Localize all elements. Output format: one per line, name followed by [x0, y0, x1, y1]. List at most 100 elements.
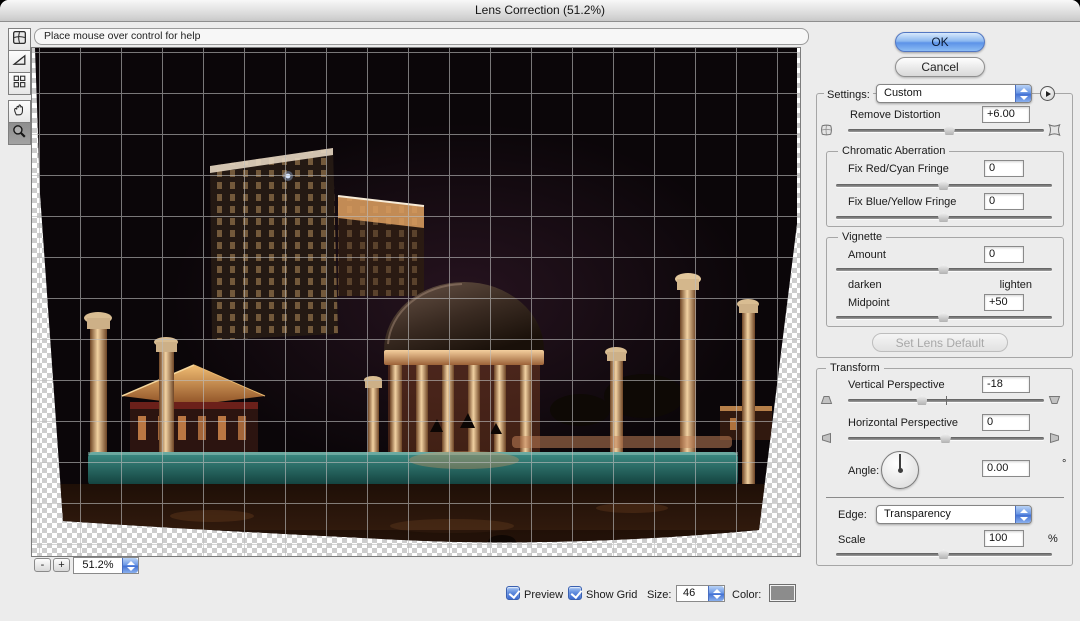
scale-slider[interactable] — [836, 548, 1052, 560]
fix-blue-yellow-slider-thumb[interactable] — [938, 212, 949, 222]
vignette-title: Vignette — [838, 231, 886, 244]
fix-red-cyan-slider-thumb[interactable] — [938, 180, 949, 190]
zoom-out-button[interactable]: - — [34, 558, 51, 572]
cancel-label: Cancel — [921, 60, 958, 74]
horizontal-perspective-value: 0 — [987, 416, 993, 428]
perspective-narrow-right-icon — [1047, 431, 1062, 445]
cancel-button[interactable]: Cancel — [895, 57, 985, 77]
zoom-level-field[interactable]: 51.2% — [73, 557, 139, 574]
vignette-midpoint-field[interactable]: +50 — [984, 294, 1024, 311]
remove-distortion-slider-thumb[interactable] — [944, 125, 955, 135]
angle-unit: ° — [1062, 458, 1066, 470]
fix-red-cyan-slider[interactable] — [836, 179, 1052, 191]
settings-dropdown[interactable]: Custom — [876, 84, 1032, 103]
scale-field[interactable]: 100 — [984, 530, 1024, 547]
grid-size-field[interactable]: 46 — [676, 585, 725, 602]
horizontal-perspective-slider-thumb[interactable] — [940, 433, 951, 443]
remove-distortion-slider[interactable] — [848, 124, 1044, 136]
preview-checkbox-label: Preview — [524, 588, 563, 602]
fix-blue-yellow-field[interactable]: 0 — [984, 193, 1024, 210]
vignette-midpoint-label: Midpoint — [848, 296, 890, 310]
stepper-down-icon — [1020, 517, 1028, 521]
remove-distortion-field[interactable]: +6.00 — [982, 106, 1030, 123]
perspective-narrow-left-icon — [819, 431, 834, 445]
horizontal-perspective-label: Horizontal Perspective — [848, 416, 958, 430]
ok-button[interactable]: OK — [895, 32, 985, 52]
fix-red-cyan-field[interactable]: 0 — [984, 160, 1024, 177]
move-grid-icon — [11, 73, 28, 95]
stepper-up-icon — [1020, 88, 1028, 92]
remove-distortion-tool[interactable] — [8, 28, 31, 51]
set-lens-default-label: Set Lens Default — [896, 336, 985, 350]
horizontal-perspective-slider[interactable] — [848, 432, 1044, 444]
dropdown-stepper-icon — [1015, 506, 1031, 523]
edge-dropdown[interactable]: Transparency — [876, 505, 1032, 524]
remove-distortion-icon — [11, 29, 28, 51]
preview-image[interactable] — [32, 48, 800, 556]
perspective-narrow-top-icon — [819, 393, 834, 407]
angle-hub-icon — [898, 468, 903, 473]
grid-color-swatch[interactable] — [769, 584, 796, 602]
settings-label: Settings: — [824, 88, 873, 102]
vignette-amount-slider[interactable] — [836, 263, 1052, 275]
vertical-perspective-field[interactable]: -18 — [982, 376, 1030, 393]
scale-slider-thumb[interactable] — [938, 549, 949, 559]
pincushion-distortion-icon — [1047, 123, 1062, 137]
angle-field[interactable]: 0.00 — [982, 460, 1030, 477]
hand-tool[interactable] — [8, 100, 31, 123]
scale-unit: % — [1048, 533, 1058, 545]
preview-checkbox[interactable] — [506, 586, 520, 600]
edge-dropdown-value: Transparency — [884, 506, 1013, 523]
settings-dropdown-value: Custom — [884, 85, 1013, 102]
straighten-tool[interactable] — [8, 50, 31, 73]
vertical-perspective-slider-thumb[interactable] — [916, 395, 927, 405]
zoom-stepper[interactable] — [122, 558, 138, 573]
vignette-midpoint-slider[interactable] — [836, 311, 1052, 323]
vignette-amount-label: Amount — [848, 248, 886, 262]
stepper-up-icon — [713, 589, 721, 593]
stepper-up-icon — [127, 561, 135, 565]
lighten-label: lighten — [976, 278, 1032, 292]
vertical-perspective-value: -18 — [987, 378, 1003, 390]
remove-distortion-value: +6.00 — [987, 108, 1015, 120]
fix-red-cyan-label: Fix Red/Cyan Fringe — [848, 162, 949, 176]
show-grid-checkbox[interactable] — [568, 586, 582, 600]
angle-value: 0.00 — [987, 462, 1008, 474]
stepper-up-icon — [1020, 509, 1028, 513]
fix-blue-yellow-value: 0 — [989, 195, 995, 207]
vignette-amount-value: 0 — [989, 248, 995, 260]
angle-label: Angle: — [848, 464, 879, 478]
zoom-in-button[interactable]: + — [53, 558, 70, 572]
stepper-down-icon — [127, 567, 135, 571]
vertical-perspective-label: Vertical Perspective — [848, 378, 945, 392]
title-bar[interactable]: Lens Correction (51.2%) — [0, 0, 1080, 22]
zoom-level-value: 51.2% — [74, 558, 122, 573]
zoom-tool[interactable] — [8, 122, 31, 145]
remove-distortion-label: Remove Distortion — [850, 108, 940, 122]
fix-blue-yellow-slider[interactable] — [836, 211, 1052, 223]
preview-frame — [31, 47, 801, 557]
stepper-down-icon — [1020, 96, 1028, 100]
edge-label: Edge: — [838, 508, 867, 522]
settings-flyout-menu-button[interactable] — [1040, 86, 1055, 101]
vertical-perspective-slider[interactable] — [848, 394, 1044, 406]
stepper-down-icon — [713, 595, 721, 599]
vignette-amount-field[interactable]: 0 — [984, 246, 1024, 263]
angle-needle-icon — [899, 454, 901, 469]
window-title: Lens Correction (51.2%) — [475, 3, 605, 17]
chromatic-aberration-title: Chromatic Aberration — [838, 145, 949, 158]
vignette-midpoint-slider-thumb[interactable] — [938, 312, 949, 322]
zoom-out-label: - — [41, 559, 45, 571]
help-bar: Place mouse over control for help — [34, 28, 809, 45]
show-grid-checkbox-label: Show Grid — [586, 588, 637, 602]
grid-size-label: Size: — [647, 588, 671, 602]
set-lens-default-button[interactable]: Set Lens Default — [872, 333, 1008, 352]
angle-dial[interactable] — [881, 451, 919, 489]
vignette-amount-slider-thumb[interactable] — [938, 264, 949, 274]
hand-icon — [11, 101, 28, 123]
scale-label: Scale — [838, 533, 866, 547]
move-grid-tool[interactable] — [8, 72, 31, 95]
straighten-icon — [11, 51, 28, 73]
grid-size-stepper[interactable] — [708, 586, 724, 601]
horizontal-perspective-field[interactable]: 0 — [982, 414, 1030, 431]
